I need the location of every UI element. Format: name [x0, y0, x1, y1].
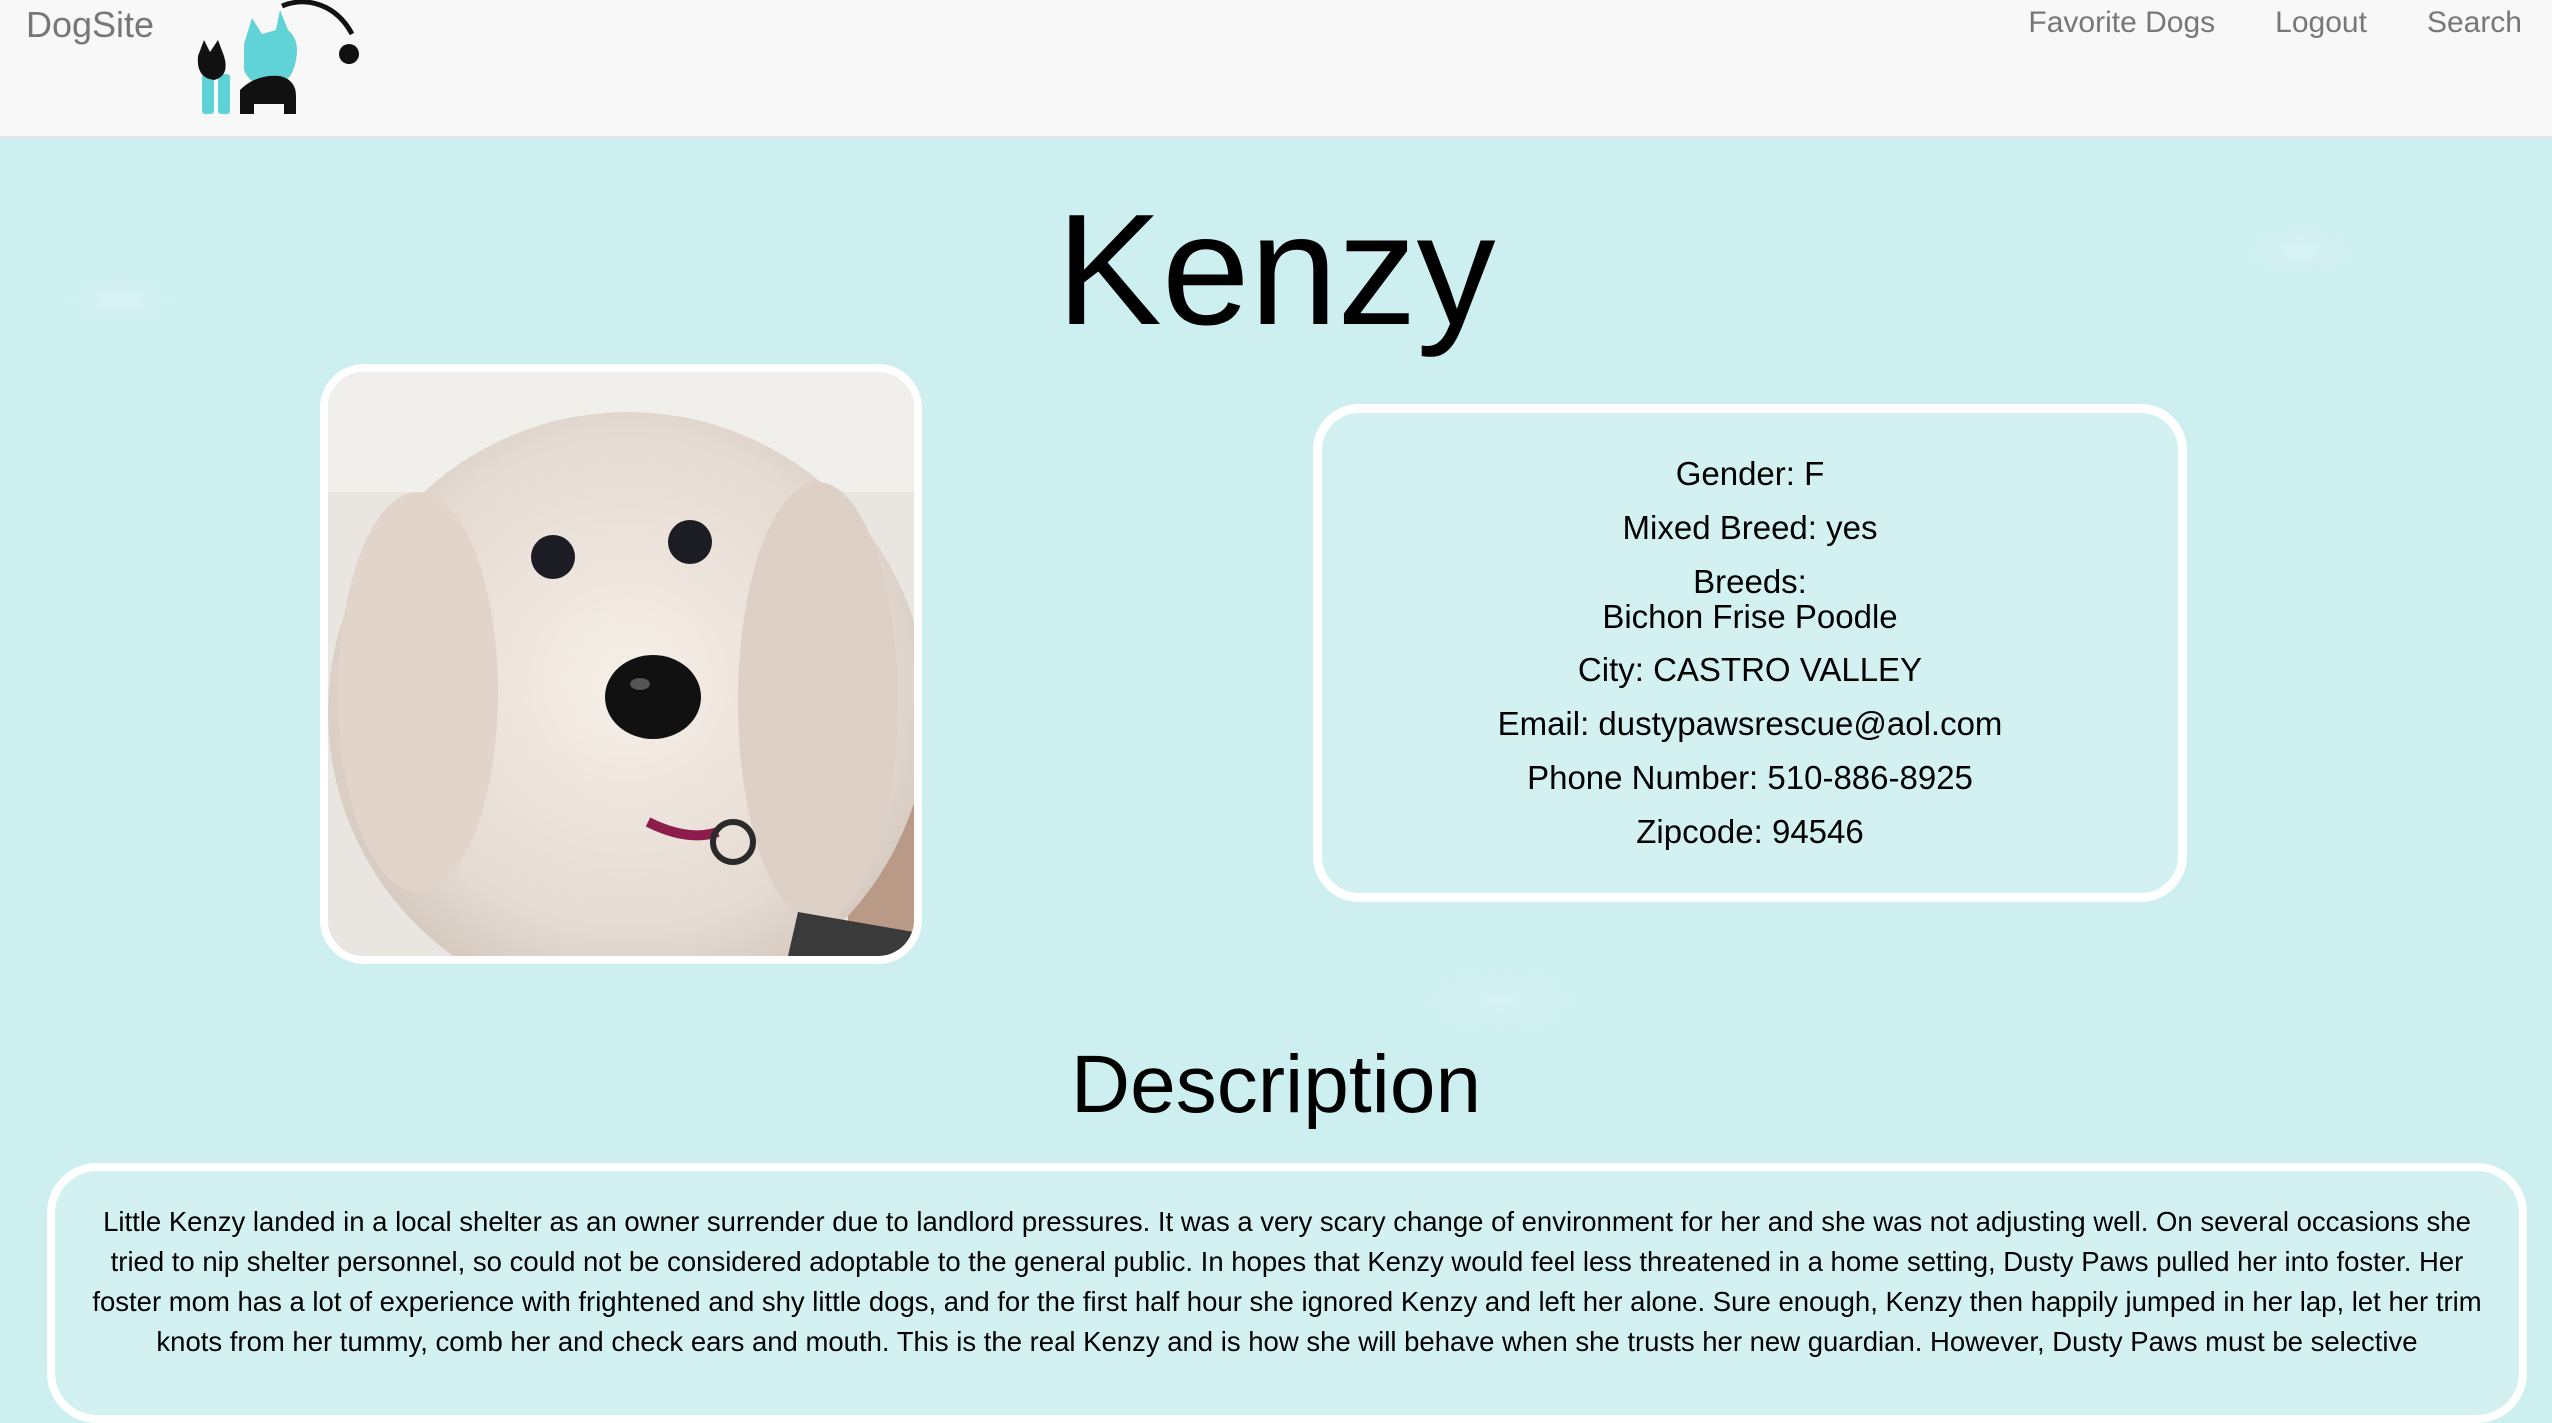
city-text: City: CASTRO VALLEY	[1577, 651, 1923, 688]
nav-links: Favorite Dogs Logout Search	[2028, 6, 2522, 40]
description-text: Little Kenzy landed in a local shelter a…	[92, 1206, 2482, 1357]
navbar: DogSite Favorite Dogs Logout Search	[0, 0, 2552, 138]
nav-logout-link[interactable]: Logout	[2275, 6, 2367, 40]
description-heading: Description	[1070, 1039, 1482, 1130]
breeds-label: Breeds:	[1693, 563, 1807, 600]
phone-text: Phone Number: 510-886-8925	[1527, 759, 1973, 796]
description-card: Little Kenzy landed in a local shelter a…	[47, 1163, 2527, 1423]
mixed-breed-text: Mixed Breed: yes	[1622, 509, 1878, 546]
dog-name-title: Kenzy	[1056, 182, 1496, 358]
zipcode-text: Zipcode: 94546	[1636, 813, 1864, 850]
nav-search-link[interactable]: Search	[2427, 6, 2522, 40]
breeds-block: Breeds: Bichon Frise Poodle	[1602, 564, 1897, 634]
nav-favorite-dogs-link[interactable]: Favorite Dogs	[2028, 6, 2215, 40]
brand-link[interactable]: DogSite	[26, 4, 154, 46]
dog-photo-icon	[328, 372, 914, 956]
dog-photo	[320, 364, 922, 964]
breeds-value: Bichon Frise Poodle	[1602, 598, 1898, 635]
dog-info-card: Gender: F Mixed Breed: yes Breeds: Bicho…	[1313, 404, 2187, 902]
dog-cat-logo-icon	[196, 0, 366, 122]
gender-text: Gender: F	[1675, 455, 1825, 492]
email-text: Email: dustypawsrescue@aol.com	[1497, 705, 2003, 742]
